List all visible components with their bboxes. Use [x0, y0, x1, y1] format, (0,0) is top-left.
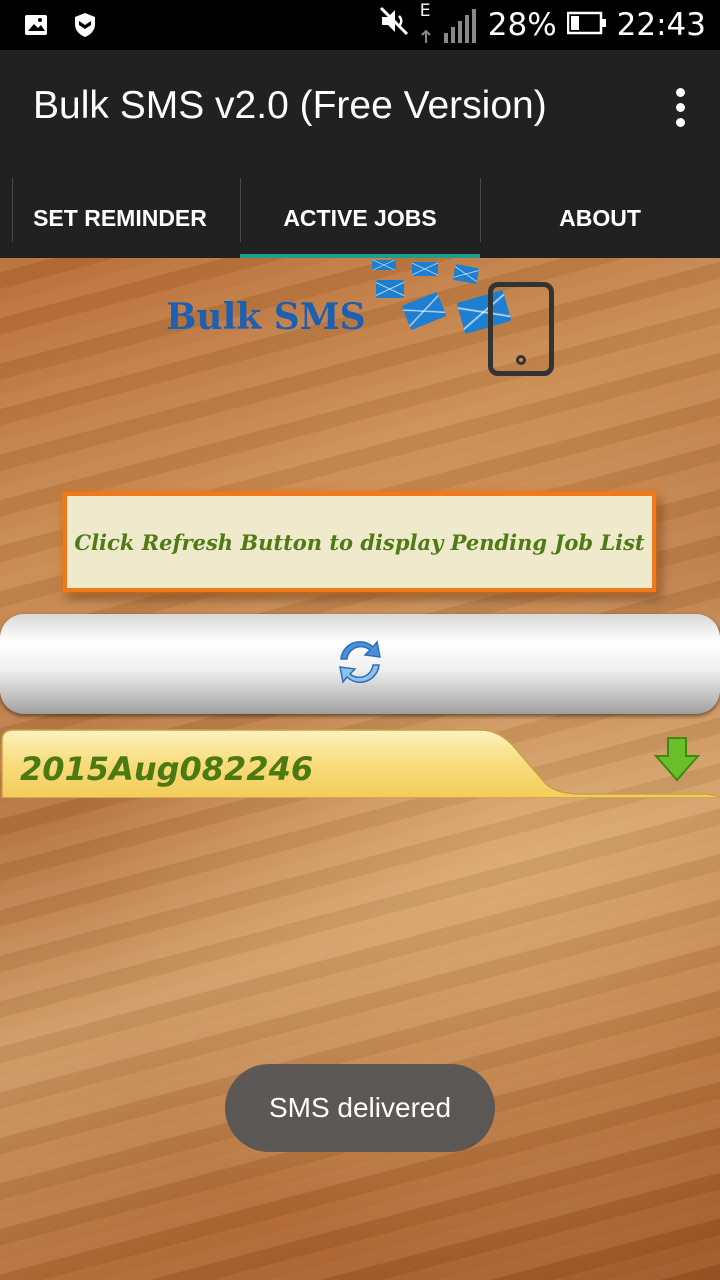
clock: 22:43 [616, 7, 706, 43]
signal-icon [420, 5, 478, 53]
app-title: Bulk SMS v2.0 (Free Version) [33, 84, 547, 127]
notice-text: Click Refresh Button to display Pending … [74, 529, 645, 555]
toast-message: SMS delivered [225, 1064, 495, 1152]
refresh-button[interactable] [0, 614, 720, 714]
battery-icon [566, 7, 607, 43]
mute-icon [378, 5, 410, 45]
shield-icon [74, 12, 96, 42]
job-id: 2015Aug082246 [20, 750, 314, 788]
refresh-icon [333, 635, 387, 693]
battery-percent: 28% [487, 7, 557, 43]
tab-bar: SET REMINDER ACTIVE JOBS ABOUT [0, 178, 720, 258]
tab-active-jobs[interactable]: ACTIVE JOBS [240, 178, 480, 258]
download-arrow-icon[interactable] [653, 736, 701, 786]
image-icon [24, 14, 48, 40]
tab-set-reminder[interactable]: SET REMINDER [0, 178, 240, 258]
app-bar: Bulk SMS v2.0 (Free Version) [0, 50, 720, 180]
phone-icon [488, 282, 554, 376]
overflow-menu-icon[interactable] [670, 88, 690, 128]
content-area: Bulk SMS Click Refresh Button to display… [0, 258, 720, 1280]
notice-box: Click Refresh Button to display Pending … [63, 492, 656, 592]
status-bar: E 28% 22:43 [0, 0, 720, 50]
job-item[interactable]: 2015Aug082246 [0, 728, 720, 798]
tab-about[interactable]: ABOUT [480, 178, 720, 258]
logo-text: Bulk SMS [166, 296, 366, 338]
